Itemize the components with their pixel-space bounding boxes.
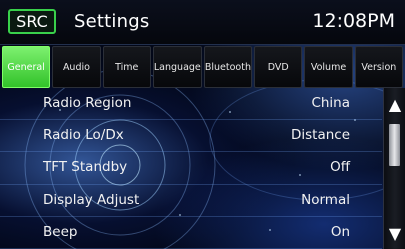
setting-value: Normal — [301, 191, 350, 208]
scroll-down-button[interactable]: ▼ — [384, 219, 405, 247]
setting-value: Distance — [290, 127, 350, 144]
triangle-down-icon: ▼ — [388, 223, 402, 243]
tab-audio[interactable]: Audio — [52, 46, 101, 88]
tab-general[interactable]: General — [2, 46, 51, 88]
settings-tabs: General Audio Time Language Bluetooth DV… — [0, 46, 405, 88]
setting-label: Radio Region — [43, 95, 132, 111]
settings-screen: SRC Settings 12:08PM General Audio Time … — [0, 0, 405, 249]
tab-volume[interactable]: Volume — [304, 46, 353, 88]
setting-row-tft-standby[interactable]: TFT Standby Off — [0, 152, 382, 185]
setting-label: Beep — [43, 223, 78, 240]
setting-label: TFT Standby — [43, 159, 128, 176]
scrollbar[interactable]: ▲ ▼ — [383, 88, 405, 249]
setting-value: China — [311, 95, 350, 111]
setting-value: Off — [330, 159, 350, 176]
scroll-up-button[interactable]: ▲ — [384, 90, 405, 118]
page-title: Settings — [74, 11, 150, 32]
setting-row-radio-lo-dx[interactable]: Radio Lo/Dx Distance — [0, 120, 382, 153]
clock: 12:08PM — [312, 10, 395, 32]
setting-label: Radio Lo/Dx — [43, 127, 124, 144]
tab-dvd[interactable]: DVD — [254, 46, 303, 88]
tab-language[interactable]: Language — [152, 46, 202, 88]
setting-row-beep[interactable]: Beep On — [0, 217, 382, 249]
tab-version[interactable]: Version — [354, 46, 403, 88]
source-button[interactable]: SRC — [8, 9, 56, 34]
tab-bluetooth[interactable]: Bluetooth — [203, 46, 253, 88]
setting-value: On — [330, 223, 350, 240]
header-bar: SRC Settings 12:08PM — [0, 0, 405, 45]
settings-list: Radio Region China Radio Lo/Dx Distance … — [0, 88, 382, 249]
scroll-thumb[interactable] — [389, 124, 400, 166]
setting-row-radio-region[interactable]: Radio Region China — [0, 88, 382, 121]
tab-time[interactable]: Time — [102, 46, 151, 88]
setting-label: Display Adjust — [43, 191, 140, 208]
triangle-up-icon: ▲ — [388, 94, 402, 114]
setting-row-display-adjust[interactable]: Display Adjust Normal — [0, 185, 382, 217]
